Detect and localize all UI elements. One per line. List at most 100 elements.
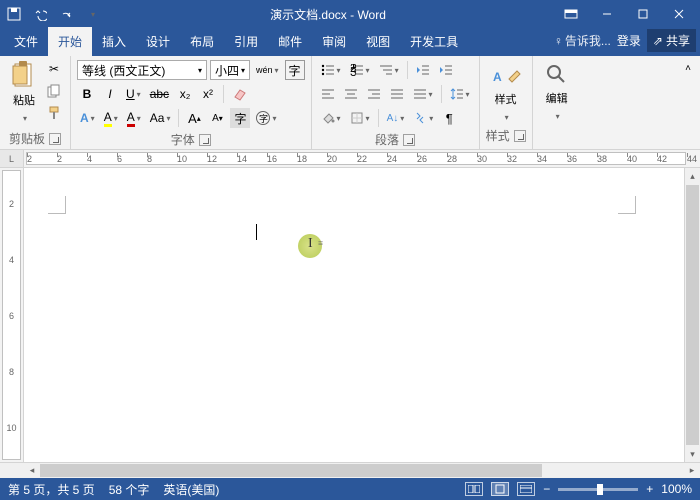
scroll-thumb[interactable] — [40, 464, 542, 477]
asian-layout-button[interactable] — [410, 108, 436, 128]
bold-button[interactable]: B — [77, 84, 97, 104]
scroll-up-icon[interactable]: ▴ — [685, 168, 700, 184]
scroll-down-icon[interactable]: ▾ — [685, 446, 700, 462]
clear-format-button[interactable] — [229, 84, 251, 104]
login-link[interactable]: 登录 — [617, 32, 641, 49]
web-layout-button[interactable] — [517, 482, 535, 496]
grow-font-button[interactable]: A▴ — [184, 108, 204, 128]
ribbon-display-icon[interactable] — [554, 0, 588, 28]
format-painter-button[interactable] — [44, 103, 64, 123]
change-case-button[interactable]: Aa — [147, 108, 174, 128]
zoom-level[interactable]: 100% — [661, 482, 692, 496]
undo-icon[interactable] — [30, 4, 50, 24]
scroll-right-icon[interactable]: ▸ — [684, 463, 700, 478]
underline-button[interactable]: U — [123, 84, 144, 104]
group-paragraph: 123 A↓ ¶ — [312, 56, 480, 149]
horizontal-scrollbar[interactable]: ◂ ▸ — [0, 462, 700, 478]
maximize-icon[interactable] — [626, 0, 660, 28]
ribbon: 粘贴 ✂ 剪贴板 等线 (西文正文)▾ 小四▾ wén 字 B I U — [0, 56, 700, 150]
page-count[interactable]: 第 5 页，共 5 页 — [8, 481, 95, 498]
bullets-button[interactable] — [318, 60, 344, 80]
tab-design[interactable]: 设计 — [136, 27, 180, 56]
chevron-down-icon — [21, 110, 27, 124]
scroll-left-icon[interactable]: ◂ — [24, 463, 40, 478]
page-margin-corner — [618, 196, 636, 214]
numbering-button[interactable]: 123 — [347, 60, 373, 80]
borders-button[interactable] — [347, 108, 373, 128]
show-marks-button[interactable]: ¶ — [439, 108, 459, 128]
shading-button[interactable] — [318, 108, 344, 128]
tab-review[interactable]: 审阅 — [312, 27, 356, 56]
line-spacing-button[interactable] — [447, 84, 473, 104]
align-left-button[interactable] — [318, 84, 338, 104]
dialog-launcher-icon[interactable] — [49, 133, 61, 145]
italic-button[interactable]: I — [100, 84, 120, 104]
text-effects-button[interactable]: A — [77, 108, 98, 128]
vertical-ruler[interactable]: 246810 — [0, 168, 24, 462]
tab-mail[interactable]: 邮件 — [268, 27, 312, 56]
distributed-button[interactable] — [410, 84, 436, 104]
document-area[interactable]: I — [24, 168, 684, 462]
word-count[interactable]: 58 个字 — [109, 481, 150, 498]
char-shading-button[interactable]: 字 — [230, 108, 250, 128]
save-icon[interactable] — [4, 4, 24, 24]
zoom-slider[interactable] — [558, 488, 638, 491]
tab-references[interactable]: 引用 — [224, 27, 268, 56]
tab-layout[interactable]: 布局 — [180, 27, 224, 56]
minimize-icon[interactable] — [590, 0, 624, 28]
multilevel-button[interactable] — [376, 60, 402, 80]
collapse-ribbon-button[interactable]: ˄ — [678, 58, 698, 78]
align-right-button[interactable] — [364, 84, 384, 104]
increase-indent-button[interactable] — [436, 60, 456, 80]
scroll-thumb[interactable] — [686, 185, 699, 445]
justify-button[interactable] — [387, 84, 407, 104]
superscript-button[interactable]: x² — [198, 84, 218, 104]
bulb-icon: ♀ — [554, 34, 563, 48]
cut-button[interactable]: ✂ — [44, 59, 64, 79]
qat-customize-icon[interactable] — [82, 4, 102, 24]
distributed-icon — [413, 88, 427, 100]
phonetic-guide-button[interactable]: wén — [253, 60, 282, 80]
font-color-button[interactable]: A — [124, 108, 144, 128]
dialog-launcher-icon[interactable] — [199, 134, 211, 146]
char-border-button[interactable]: 字 — [285, 60, 305, 80]
print-layout-button[interactable] — [491, 482, 509, 496]
justify-icon — [390, 88, 404, 100]
tab-selector[interactable]: L — [0, 150, 24, 167]
font-name-select[interactable]: 等线 (西文正文)▾ — [77, 60, 207, 80]
title-bar: 演示文档.docx - Word — [0, 0, 700, 28]
tab-file[interactable]: 文件 — [4, 27, 48, 56]
zoom-in-button[interactable]: + — [646, 482, 653, 496]
strike-button[interactable]: abc — [147, 84, 172, 104]
svg-text:A: A — [493, 70, 502, 84]
find-icon — [544, 62, 570, 88]
zoom-out-button[interactable]: − — [543, 482, 550, 496]
tab-view[interactable]: 视图 — [356, 27, 400, 56]
copy-button[interactable] — [44, 81, 64, 101]
dialog-launcher-icon[interactable] — [514, 130, 526, 142]
sort-button[interactable]: A↓ — [384, 108, 408, 128]
vertical-scrollbar[interactable]: ▴ ▾ — [684, 168, 700, 462]
tab-developer[interactable]: 开发工具 — [400, 27, 468, 56]
text-cursor — [256, 224, 257, 240]
highlight-button[interactable]: A — [101, 108, 121, 128]
decrease-indent-button[interactable] — [413, 60, 433, 80]
close-icon[interactable] — [662, 0, 696, 28]
read-mode-button[interactable] — [465, 482, 483, 496]
editing-button[interactable]: 编辑 — [539, 59, 575, 125]
enclose-char-button[interactable]: 字 — [253, 108, 279, 128]
align-center-button[interactable] — [341, 84, 361, 104]
tab-home[interactable]: 开始 — [48, 27, 92, 56]
shrink-font-button[interactable]: A▾ — [207, 108, 227, 128]
redo-icon[interactable] — [56, 4, 76, 24]
styles-button[interactable]: A 样式 — [486, 59, 526, 125]
horizontal-ruler[interactable]: L 22468101214161820222426283032343638404… — [0, 150, 700, 168]
tab-insert[interactable]: 插入 — [92, 27, 136, 56]
font-size-select[interactable]: 小四▾ — [210, 60, 250, 80]
language-status[interactable]: 英语(美国) — [163, 481, 219, 498]
share-button[interactable]: ⇗共享 — [647, 29, 696, 52]
dialog-launcher-icon[interactable] — [403, 134, 415, 146]
subscript-button[interactable]: x₂ — [175, 84, 195, 104]
tell-me[interactable]: ♀告诉我... — [554, 32, 611, 49]
paste-button[interactable]: 粘贴 — [6, 59, 42, 125]
